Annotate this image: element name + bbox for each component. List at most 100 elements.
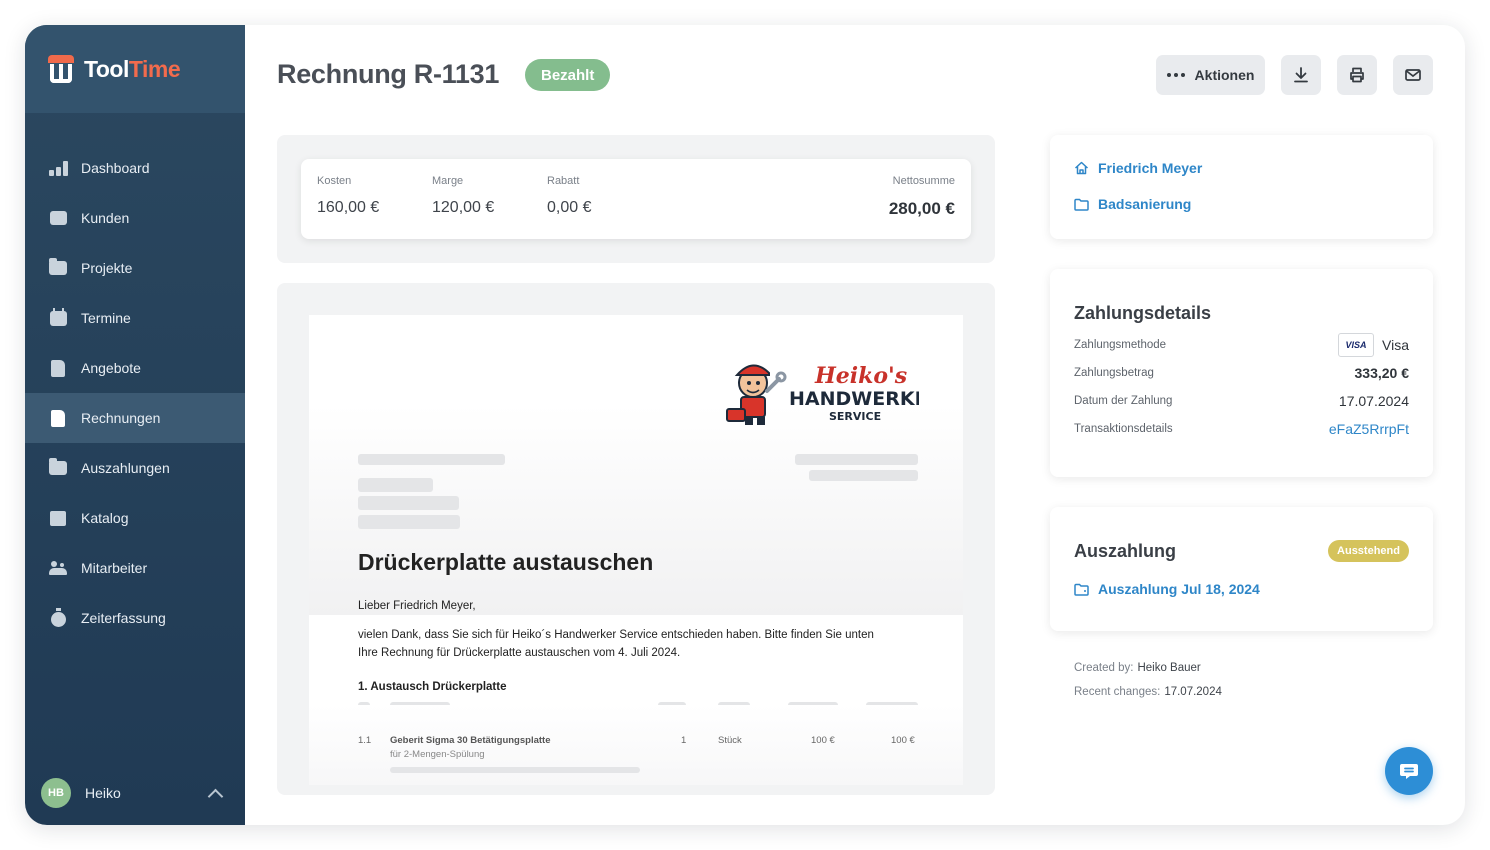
- document-section-title: 1. Austausch Drückerplatte: [358, 681, 507, 693]
- transaction-row: Transaktionsdetails eFaZ5RrrpFt: [1074, 421, 1409, 437]
- sidebar-item-label: Termine: [81, 310, 131, 326]
- wallet-icon: [49, 458, 67, 476]
- sidebar-item-kunden[interactable]: Kunden: [25, 193, 245, 243]
- sidebar-item-angebote[interactable]: Angebote: [25, 343, 245, 393]
- invoice-document[interactable]: Heiko's HANDWERKER SERVICE Drückerplatte…: [309, 315, 963, 785]
- sidebar-item-termine[interactable]: Termine: [25, 293, 245, 343]
- created-by: Created by: Heiko Bauer: [1074, 662, 1201, 674]
- sidebar-nav: Dashboard Kunden Projekte Termine Angebo…: [25, 143, 245, 643]
- sidebar-item-projekte[interactable]: Projekte: [25, 243, 245, 293]
- sidebar-item-label: Kunden: [81, 210, 130, 226]
- project-name: Badsanierung: [1098, 196, 1192, 212]
- total-netto: Nettosumme 280,00 €: [888, 175, 955, 218]
- payout-card: Auszahlung Ausstehend Auszahlung Jul 18,…: [1050, 507, 1433, 631]
- placeholder-line: [358, 515, 460, 529]
- document-body-line-2: Ihre Rechnung für Drückerplatte austausc…: [358, 647, 681, 659]
- placeholder-line: [358, 496, 459, 510]
- sidebar-item-dashboard[interactable]: Dashboard: [25, 143, 245, 193]
- payment-details-title: Zahlungsdetails: [1074, 303, 1212, 323]
- company-logo: Heiko's HANDWERKER SERVICE: [726, 363, 919, 425]
- document-greeting: Lieber Friedrich Meyer,: [358, 600, 476, 612]
- transaction-link[interactable]: eFaZ5RrrpFt: [1329, 421, 1409, 437]
- row-quantity: 1: [681, 735, 687, 746]
- customer-link[interactable]: Friedrich Meyer: [1074, 160, 1202, 176]
- svg-text:Heiko's: Heiko's: [814, 363, 907, 389]
- payment-method-row: Zahlungsmethode VISA Visa: [1074, 333, 1409, 357]
- download-button[interactable]: [1281, 55, 1321, 95]
- document-title: Drückerplatte austauschen: [358, 549, 654, 575]
- recent-changes: Recent changes: 17.07.2024: [1074, 686, 1222, 698]
- svg-text:SERVICE: SERVICE: [829, 410, 881, 423]
- customer-name: Friedrich Meyer: [1098, 160, 1203, 176]
- total-marge: Marge 120,00 €: [432, 175, 495, 216]
- project-link[interactable]: Badsanierung: [1074, 196, 1191, 212]
- logo[interactable]: ToolTime: [25, 25, 245, 113]
- sidebar-item-label: Mitarbeiter: [81, 560, 148, 576]
- actions-button[interactable]: Aktionen: [1156, 55, 1265, 95]
- printer-icon: [1350, 67, 1364, 83]
- sidebar-item-mitarbeiter[interactable]: Mitarbeiter: [25, 543, 245, 593]
- download-icon: [1294, 67, 1308, 83]
- folder-icon: [49, 258, 67, 276]
- payout-link-label: Auszahlung Jul 18, 2024: [1098, 581, 1260, 597]
- sidebar-item-label: Angebote: [81, 360, 141, 376]
- row-unit-price: 100 €: [811, 735, 835, 746]
- folder-icon: [1074, 198, 1089, 211]
- sidebar-item-label: Auszahlungen: [81, 460, 170, 476]
- book-icon: [49, 510, 67, 526]
- mail-icon: [1405, 69, 1421, 81]
- chat-button[interactable]: [1385, 747, 1433, 795]
- placeholder-line: [358, 478, 433, 492]
- sidebar-item-label: Katalog: [81, 510, 129, 526]
- home-icon: [1074, 161, 1089, 175]
- sidebar: ToolTime Dashboard Kunden Projekte Termi…: [25, 25, 245, 825]
- sidebar-item-label: Projekte: [81, 260, 133, 276]
- sidebar-item-auszahlungen[interactable]: Auszahlungen: [25, 443, 245, 493]
- placeholder-line: [358, 454, 505, 465]
- contacts-icon: [49, 210, 67, 226]
- payment-details-card: Zahlungsdetails Zahlungsmethode VISA Visa…: [1050, 269, 1433, 477]
- row-item-description: für 2-Mengen-Spülung: [390, 749, 485, 760]
- svg-text:HANDWERKER: HANDWERKER: [789, 388, 919, 410]
- placeholder-line: [809, 470, 918, 481]
- visa-card-icon: VISA: [1338, 333, 1375, 357]
- payout-link[interactable]: Auszahlung Jul 18, 2024: [1074, 581, 1260, 597]
- placeholder-line: [795, 454, 918, 465]
- document-body-line-1: vielen Dank, dass Sie sich für Heiko´s H…: [358, 629, 874, 641]
- tooltime-logo-icon: [48, 55, 74, 83]
- chevron-up-icon[interactable]: [207, 788, 224, 804]
- placeholder-line: [390, 767, 640, 773]
- payout-title: Auszahlung: [1074, 541, 1176, 561]
- people-icon: [49, 560, 67, 576]
- row-unit: Stück: [718, 735, 742, 746]
- actions-label: Aktionen: [1194, 67, 1255, 83]
- chart-icon: [48, 160, 68, 176]
- sidebar-item-label: Rechnungen: [81, 410, 161, 426]
- more-dots-icon: [1166, 73, 1185, 77]
- avatar: HB: [41, 778, 71, 808]
- sidebar-item-rechnungen[interactable]: Rechnungen: [25, 393, 245, 443]
- sidebar-item-katalog[interactable]: Katalog: [25, 493, 245, 543]
- invoice-icon: [49, 409, 67, 427]
- payout-status-badge: Ausstehend: [1328, 540, 1409, 562]
- sidebar-item-zeiterfassung[interactable]: Zeiterfassung: [25, 593, 245, 643]
- document-icon: [49, 359, 67, 377]
- row-position: 1.1: [358, 735, 372, 746]
- chat-icon: [1400, 764, 1418, 779]
- payment-date-row: Datum der Zahlung 17.07.2024: [1074, 393, 1409, 409]
- payment-amount-row: Zahlungsbetrag 333,20 €: [1074, 365, 1409, 381]
- total-kosten: Kosten 160,00 €: [317, 175, 380, 216]
- sidebar-item-label: Zeiterfassung: [81, 610, 166, 626]
- user-menu[interactable]: HB Heiko: [41, 777, 229, 809]
- status-badge: Bezahlt: [525, 59, 611, 91]
- total-rabatt: Rabatt 0,00 €: [547, 175, 592, 216]
- print-button[interactable]: [1337, 55, 1377, 95]
- wallet-icon: [1074, 583, 1089, 596]
- page-title: Rechnung R-1131: [277, 59, 500, 89]
- app-window: ToolTime Dashboard Kunden Projekte Termi…: [25, 25, 1465, 825]
- stopwatch-icon: [49, 607, 67, 627]
- calendar-icon: [49, 307, 67, 326]
- row-item-name: Geberit Sigma 30 Betätigungsplatte: [390, 735, 551, 746]
- totals-card: Kosten 160,00 € Marge 120,00 € Rabatt 0,…: [301, 159, 971, 239]
- email-button[interactable]: [1393, 55, 1433, 95]
